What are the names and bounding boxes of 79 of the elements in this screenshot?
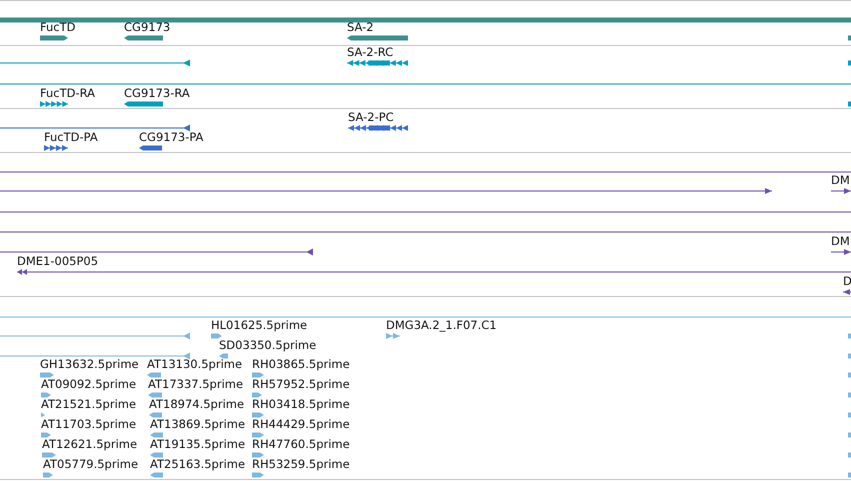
feature-bar[interactable] [0,16,851,24]
feature-bar[interactable] [150,451,163,459]
feature-bar[interactable] [42,451,56,459]
transcript-line[interactable] [831,187,851,195]
feature-bar[interactable] [848,391,851,399]
feature-label: CG9173 [124,21,170,34]
feature-bar[interactable] [252,451,264,459]
feature-bar[interactable] [211,332,222,340]
feature-label: DM [831,235,850,248]
feature-bar[interactable] [252,371,264,379]
feature-label: FucTD [40,21,76,34]
feature-label: AT13130.5prime [147,358,242,371]
feature-label: AT09092.5prime [41,378,136,391]
feature-label: AT19135.5prime [150,438,246,451]
feature-bar[interactable] [252,411,264,419]
feature-label: RH47760.5prime [252,438,350,451]
feature-bar[interactable] [149,411,162,419]
exon-glyph[interactable] [386,332,400,340]
feature-label: AT05779.5prime [43,458,138,471]
feature-bar[interactable] [41,411,45,419]
feature-bar[interactable] [848,471,851,479]
exon-glyph[interactable] [348,124,408,132]
transcript-line[interactable] [843,288,851,296]
transcript-line[interactable] [17,268,851,276]
feature-label: AT12621.5prime [42,438,138,451]
feature-bar[interactable] [848,371,851,379]
feature-label: FucTD-RA [40,87,96,100]
feature-bar[interactable] [147,371,161,379]
feature-label: DM [831,174,850,187]
feature-bar[interactable] [219,352,228,360]
feature-bar[interactable] [41,431,51,439]
transcript-line[interactable] [831,248,851,256]
transcript-line[interactable] [0,187,772,195]
feature-label: RH57952.5prime [252,378,350,391]
feature-bar[interactable] [40,371,54,379]
feature-label: SA-2-RC [347,46,394,59]
feature-label: FucTD-PA [44,131,98,144]
feature-label: RH53259.5prime [252,458,350,471]
feature-bar[interactable] [848,352,851,360]
feature-label: DME1-005P05 [17,255,98,268]
feature-label: D [843,275,851,288]
feature-bar[interactable] [347,34,408,42]
feature-bar[interactable] [848,431,851,439]
feature-bar[interactable] [150,431,163,439]
feature-label: AT18974.5prime [149,398,244,411]
feature-label: DMG3A.2_1.F07.C1 [386,319,497,332]
feature-bar[interactable] [40,34,68,42]
feature-label: RH03865.5prime [252,358,350,371]
feature-label: RH44429.5prime [252,418,350,431]
transcript-line[interactable] [0,59,190,67]
feature-label: GH13632.5prime [40,358,139,371]
feature-bar[interactable] [848,34,851,42]
feature-label: CG9173-RA [124,87,190,100]
exon-glyph[interactable] [40,100,68,108]
exon-glyph[interactable] [44,144,68,152]
transcript-line[interactable] [0,124,190,132]
feature-label: HL01625.5prime [211,319,308,332]
feature-label: CG9173-PA [139,131,204,144]
feature-label: SD03350.5prime [219,339,316,352]
feature-bar[interactable] [848,59,851,67]
feature-label: AT25163.5prime [150,458,246,471]
feature-bar[interactable] [848,411,851,419]
feature-label: SA-2-PC [348,111,394,124]
feature-bar[interactable] [41,391,51,399]
feature-label: SA-2 [347,21,374,34]
feature-bar[interactable] [148,391,162,399]
exon-glyph[interactable] [347,59,408,67]
feature-bar[interactable] [848,100,851,108]
feature-label: AT13869.5prime [150,418,246,431]
feature-label: AT11703.5prime [41,418,136,431]
feature-bar[interactable] [848,332,851,340]
transcript-line[interactable] [0,248,313,256]
feature-label: RH03418.5prime [252,398,350,411]
feature-bar[interactable] [252,431,264,439]
feature-bar[interactable] [252,391,262,399]
feature-label: AT17337.5prime [148,378,244,391]
feature-label: AT21521.5prime [41,398,136,411]
feature-bar[interactable] [124,34,163,42]
feature-bar[interactable] [848,451,851,459]
